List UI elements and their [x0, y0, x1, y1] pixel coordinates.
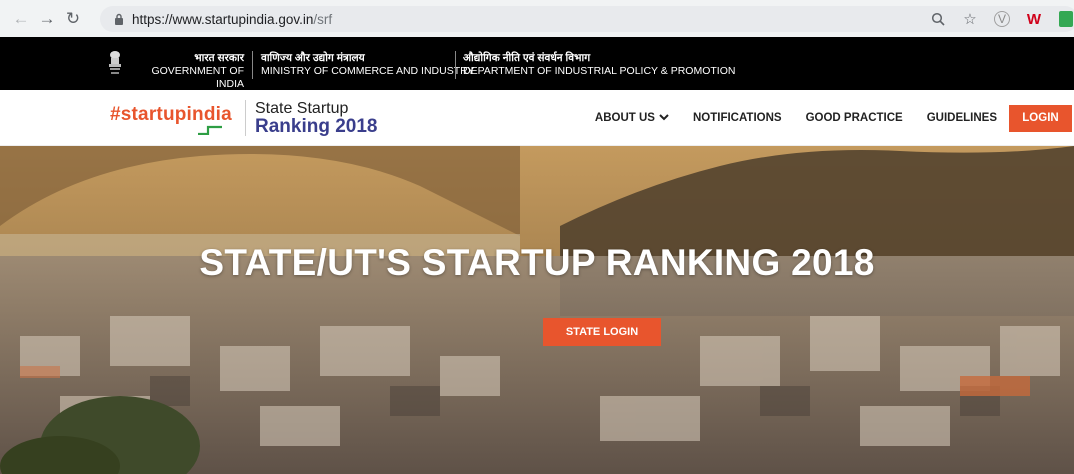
logo-text: #startupindia — [110, 104, 232, 125]
url-base: https://www.startupindia.gov.in — [132, 11, 314, 27]
nav-good-practice[interactable]: GOOD PRACTICE — [806, 112, 903, 124]
government-bar: भारत सरकार GOVERNMENT OF INDIA वाणिज्य औ… — [0, 37, 1074, 90]
browser-toolbar: ← → ↻ https://www.startupindia.gov.in/sr… — [0, 0, 1074, 37]
dept-hindi: औद्योगिक नीति एवं संवर्धन विभाग — [463, 52, 591, 64]
url-text[interactable]: https://www.startupindia.gov.in/srf — [132, 12, 332, 27]
hero-banner: STATE/UT'S STARTUP RANKING 2018 STATE LO… — [0, 146, 1074, 474]
gov-hindi: भारत सरकार — [194, 52, 244, 64]
site-title[interactable]: State Startup Ranking 2018 — [255, 100, 378, 136]
address-bar[interactable]: https://www.startupindia.gov.in/srf ☆ V … — [100, 6, 1074, 32]
nav-guidelines[interactable]: GUIDELINES — [927, 112, 997, 124]
zoom-icon[interactable] — [926, 7, 950, 31]
extension-green-icon[interactable] — [1054, 7, 1074, 31]
url-path: /srf — [313, 11, 333, 27]
state-login-button[interactable]: STATE LOGIN — [543, 318, 661, 346]
logo-underline-icon — [198, 125, 222, 135]
startupindia-logo[interactable]: #startupindia — [110, 104, 232, 126]
star-icon[interactable]: ☆ — [958, 7, 982, 31]
login-button[interactable]: LOGIN — [1009, 104, 1072, 132]
nav-about-label: ABOUT US — [594, 112, 655, 124]
department-link[interactable]: औद्योगिक नीति एवं संवर्धन विभाग DEPARTME… — [463, 52, 735, 78]
reload-icon[interactable]: ↻ — [60, 6, 86, 32]
site-header: #startupindia State Startup Ranking 2018… — [0, 90, 1074, 146]
divider — [252, 51, 253, 79]
nav-notifications[interactable]: NOTIFICATIONS — [693, 112, 782, 124]
nav-about-us[interactable]: ABOUT US — [595, 112, 669, 124]
gov-english: GOVERNMENT OF INDIA — [151, 65, 244, 90]
dept-english: DEPARTMENT OF INDUSTRIAL POLICY & PROMOT… — [463, 65, 736, 77]
logo-divider — [245, 100, 246, 136]
site-title-line2: Ranking 2018 — [255, 116, 378, 137]
ministry-english: MINISTRY OF COMMERCE AND INDUSTRY — [261, 65, 475, 77]
main-nav: ABOUT US NOTIFICATIONS GOOD PRACTICE GUI… — [595, 90, 1074, 146]
lock-icon — [112, 12, 126, 26]
ministry-link[interactable]: वाणिज्य और उद्योग मंत्रालय MINISTRY OF C… — [261, 52, 475, 78]
extension-w-icon[interactable]: W — [1022, 7, 1046, 31]
hero-cityscape-image — [0, 146, 1074, 474]
government-of-india[interactable]: भारत सरकार GOVERNMENT OF INDIA — [134, 52, 244, 91]
divider — [455, 51, 456, 79]
extension-v-icon[interactable]: V — [990, 7, 1014, 31]
forward-icon[interactable]: → — [34, 6, 60, 32]
national-emblem-icon — [109, 51, 121, 74]
back-icon[interactable]: ← — [8, 6, 34, 32]
chevron-down-icon — [659, 112, 669, 124]
hero-title: STATE/UT'S STARTUP RANKING 2018 — [199, 242, 875, 283]
ministry-hindi: वाणिज्य और उद्योग मंत्रालय — [261, 52, 365, 64]
